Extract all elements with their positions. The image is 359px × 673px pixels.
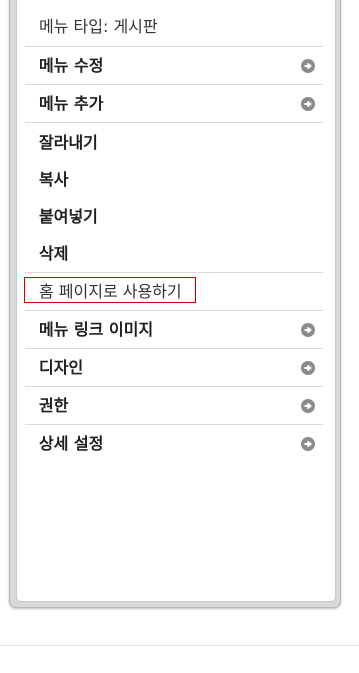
menu-type-text: 메뉴 타입: 게시판: [39, 17, 158, 36]
menu-item-edit-menu[interactable]: 메뉴 수정: [9, 47, 323, 84]
menu-item-add-menu[interactable]: 메뉴 추가: [9, 85, 323, 122]
menu-item-copy[interactable]: 복사: [9, 161, 323, 198]
menu-item-cut[interactable]: 잘라내기: [9, 124, 323, 161]
arrow-right-circle-icon: [301, 59, 315, 73]
menu-item-label: 홈 페이지로 사용하기: [39, 282, 182, 301]
menu-item-permissions[interactable]: 권한: [9, 387, 323, 424]
menu-item-label: 메뉴 수정: [39, 56, 104, 75]
menu-item-label: 상세 설정: [39, 434, 104, 453]
menu-item-advanced-settings[interactable]: 상세 설정: [9, 425, 323, 462]
arrow-right-circle-icon: [301, 97, 315, 111]
menu-item-label: 권한: [39, 396, 69, 415]
menu-item-design[interactable]: 디자인: [9, 349, 323, 386]
menu-item-menu-link-image[interactable]: 메뉴 링크 이미지: [9, 311, 323, 348]
menu-item-use-as-homepage[interactable]: 홈 페이지로 사용하기: [9, 273, 323, 310]
menu-item-label: 붙여넣기: [39, 207, 98, 226]
arrow-right-circle-icon: [301, 361, 315, 375]
divider: [25, 122, 323, 123]
menu-item-label: 메뉴 링크 이미지: [39, 320, 154, 339]
menu-item-label: 디자인: [39, 358, 84, 377]
menu-item-label: 삭제: [39, 244, 69, 263]
page-divider: [0, 645, 359, 646]
arrow-right-circle-icon: [301, 437, 315, 451]
arrow-right-circle-icon: [301, 399, 315, 413]
arrow-right-circle-icon: [301, 323, 315, 337]
menu-item-label: 잘라내기: [39, 133, 98, 152]
menu-item-label: 메뉴 추가: [39, 94, 104, 113]
menu-type-label: 메뉴 타입: 게시판: [9, 8, 323, 45]
menu-item-paste[interactable]: 붙여넣기: [9, 198, 323, 235]
menu-item-label: 복사: [39, 170, 69, 189]
menu-item-delete[interactable]: 삭제: [9, 235, 323, 272]
